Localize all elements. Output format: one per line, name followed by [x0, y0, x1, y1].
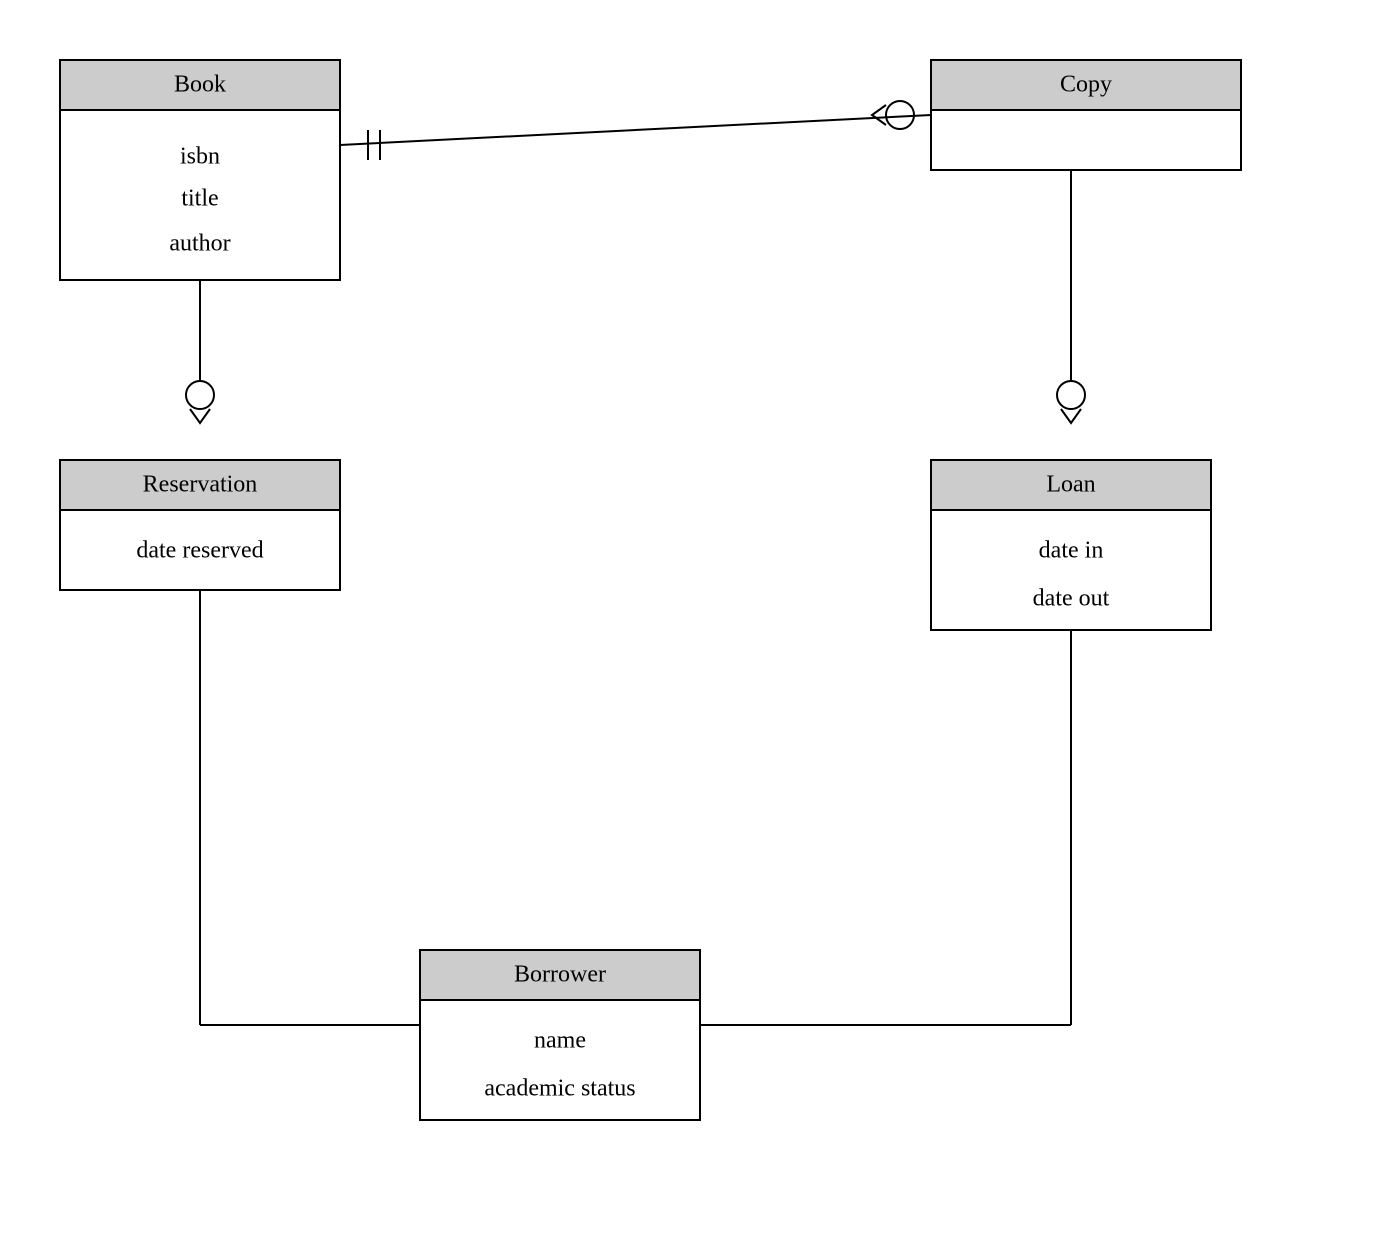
book-attr-author: author: [169, 231, 230, 257]
borrower-entity: Borrower name academic status: [420, 950, 700, 1120]
copy-title: Copy: [1060, 72, 1112, 98]
borrower-body: [420, 1000, 700, 1120]
erd-diagram: Book isbn title author Copy Reservation …: [0, 0, 1388, 1236]
loan-entity: Loan date in date out: [931, 460, 1211, 630]
book-attr-isbn: isbn: [180, 144, 220, 170]
loan-title: Loan: [1046, 472, 1095, 498]
reservation-attr-date-reserved: date reserved: [136, 538, 263, 564]
copy-entity: Copy: [931, 60, 1241, 170]
borrower-attr-academic-status: academic status: [484, 1076, 635, 1102]
book-attr-title: title: [181, 186, 218, 212]
borrower-attr-name: name: [534, 1028, 586, 1054]
loan-attr-date-in: date in: [1039, 538, 1104, 564]
borrower-title: Borrower: [514, 962, 606, 988]
reservation-entity: Reservation date reserved: [60, 460, 340, 590]
loan-body: [931, 510, 1211, 630]
loan-attr-date-out: date out: [1033, 586, 1110, 612]
copy-body: [931, 110, 1241, 170]
reservation-title: Reservation: [143, 472, 258, 498]
book-title: Book: [174, 72, 226, 98]
book-entity: Book isbn title author: [60, 60, 340, 280]
